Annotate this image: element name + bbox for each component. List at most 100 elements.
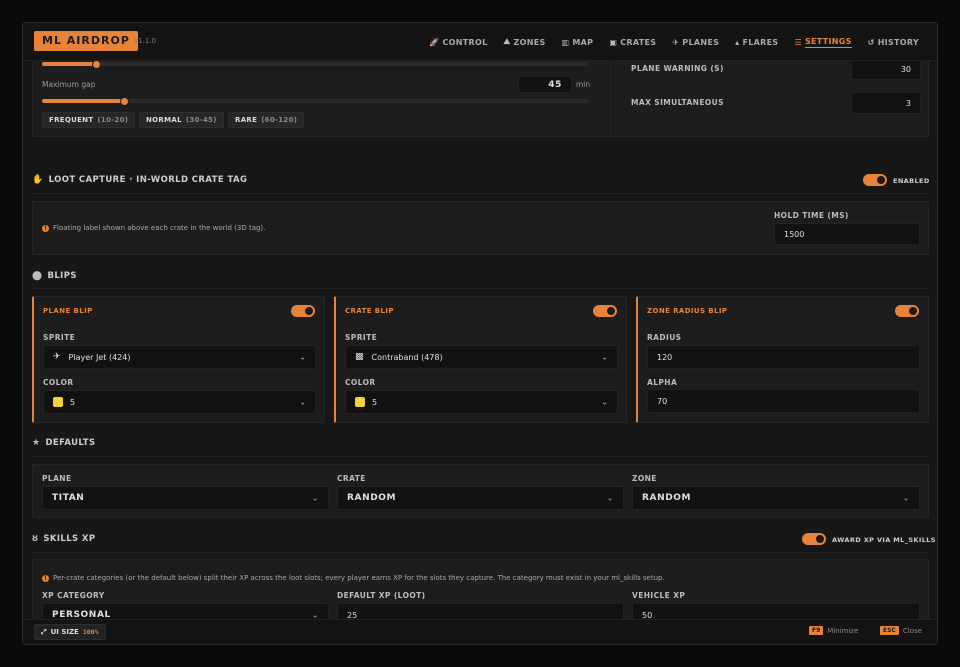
hand-icon: ✋ xyxy=(32,175,44,185)
app-logo: ML AIRDROP xyxy=(34,31,138,51)
default-zone-label: ZONE xyxy=(632,474,657,483)
zone-radius-blip-title: ZONE RADIUS BLIP xyxy=(647,307,728,315)
mountain-icon: ⛰ xyxy=(503,37,511,46)
app-version: v1.1.0 xyxy=(134,37,156,45)
ui-size-button[interactable]: ⤢ UI SIZE 100% xyxy=(34,624,106,640)
minimize-hint[interactable]: F9 Minimize xyxy=(809,626,858,635)
loot-capture-title: ✋ LOOT CAPTURE · IN-WORLD CRATE TAG xyxy=(32,175,248,185)
color-swatch xyxy=(355,397,365,407)
schedule-panel: Maximum gap 45 min FREQUENT (10-20) NORMA… xyxy=(32,61,929,138)
zone-alpha-label: ALPHA xyxy=(647,378,678,387)
zone-radius-blip-toggle[interactable] xyxy=(895,305,919,317)
plane-blip-title: PLANE BLIP xyxy=(43,307,93,315)
zone-radius-blip-card: ZONE RADIUS BLIP RADIUS 120 ALPHA 70 xyxy=(636,296,929,423)
main-nav: 🚀 CONTROL ⛰ ZONES ▥ MAP ▣ CRATES ✈ PLANES ▴ FL… xyxy=(429,23,919,61)
zone-radius-label: RADIUS xyxy=(647,333,682,342)
xp-category-label: XP CATEGORY xyxy=(42,591,105,600)
default-crate-select[interactable]: RANDOM ⌄ xyxy=(337,486,624,510)
default-xp-label: DEFAULT XP (LOOT) xyxy=(337,591,426,600)
tab-history[interactable]: ↺ HISTORY xyxy=(868,23,919,61)
crate-blip-color-select[interactable]: 5 ⌄ xyxy=(345,390,618,414)
chevron-down-icon: ⌄ xyxy=(601,397,608,407)
crate-blip-title: CRATE BLIP xyxy=(345,307,394,315)
min-gap-slider-fill xyxy=(42,62,97,66)
chevron-down-icon: ⌄ xyxy=(606,493,614,503)
max-simultaneous-input[interactable]: 3 xyxy=(851,92,921,114)
loot-capture-panel: ! Floating label shown above each crate i… xyxy=(32,201,929,255)
tab-planes[interactable]: ✈ PLANES xyxy=(672,23,719,61)
chevron-down-icon: ⌄ xyxy=(601,352,608,362)
tab-map[interactable]: ▥ MAP xyxy=(562,23,594,61)
max-gap-slider-thumb[interactable] xyxy=(119,96,129,106)
resize-icon: ⤢ xyxy=(41,627,47,636)
airdrop-window: ML AIRDROP v1.1.0 🚀 CONTROL ⛰ ZONES ▥ MAP ▣… xyxy=(22,22,938,645)
zone-radius-input[interactable]: 120 xyxy=(647,345,920,369)
skills-xp-title: ȣ SKILLS XP xyxy=(32,534,96,544)
chevron-down-icon: ⌄ xyxy=(311,493,319,503)
default-crate-label: CRATE xyxy=(337,474,366,483)
flame-icon: ▴ xyxy=(735,37,740,47)
min-gap-slider-thumb[interactable] xyxy=(92,61,102,69)
preset-rare-button[interactable]: RARE (60-120) xyxy=(228,112,305,128)
skills-xp-panel: ! Per-crate categories (or the default be… xyxy=(32,559,929,621)
sliders-icon: ☰ xyxy=(794,37,802,47)
color-swatch xyxy=(53,397,63,407)
header: ML AIRDROP v1.1.0 🚀 CONTROL ⛰ ZONES ▥ MAP ▣… xyxy=(23,23,937,61)
rocket-icon: 🚀 xyxy=(429,37,440,47)
preset-frequent-button[interactable]: FREQUENT (10-20) xyxy=(42,112,136,128)
chevron-down-icon: ⌄ xyxy=(299,352,306,362)
star-icon: ★ xyxy=(32,438,41,448)
award-xp-toggle-label: AWARD XP VIA ML_SKILLS xyxy=(832,536,936,544)
plane-blip-sprite-select[interactable]: ✈ Player Jet (424) ⌄ xyxy=(43,345,316,369)
default-plane-label: PLANE xyxy=(42,474,72,483)
skills-divider xyxy=(32,552,929,553)
zone-alpha-input[interactable]: 70 xyxy=(647,389,920,413)
plane-blip-color-select[interactable]: 5 ⌄ xyxy=(43,390,316,414)
plane-warning-label: PLANE WARNING (S) xyxy=(631,64,724,73)
loot-divider xyxy=(32,193,929,194)
info-icon: ! xyxy=(42,574,49,582)
close-hint[interactable]: ESC Close xyxy=(880,626,922,635)
preset-normal-button[interactable]: NORMAL (30-45) xyxy=(139,112,224,128)
crate-blip-color-label: COLOR xyxy=(345,378,376,387)
plane-blip-color-label: COLOR xyxy=(43,378,74,387)
minimize-key: F9 xyxy=(809,626,824,635)
loot-capture-toggle-label: ENABLED xyxy=(893,177,930,185)
default-plane-select[interactable]: TITAN ⌄ xyxy=(42,486,329,510)
map-pin-icon: ⬤ xyxy=(32,271,43,281)
tab-zones[interactable]: ⛰ ZONES xyxy=(503,23,545,61)
crate-blip-toggle[interactable] xyxy=(593,305,617,317)
max-gap-slider-fill xyxy=(42,99,125,103)
history-icon: ↺ xyxy=(867,37,875,47)
jet-icon: ✈ xyxy=(53,352,61,362)
loot-capture-toggle[interactable] xyxy=(863,174,887,186)
loot-capture-info: ! Floating label shown above each crate i… xyxy=(42,224,265,232)
max-gap-slider[interactable] xyxy=(42,96,589,106)
tab-crates[interactable]: ▣ CRATES xyxy=(609,23,656,61)
min-gap-slider[interactable] xyxy=(42,61,589,69)
tab-control[interactable]: 🚀 CONTROL xyxy=(429,23,487,61)
crate-blip-sprite-label: SPRITE xyxy=(345,333,378,342)
defaults-divider xyxy=(32,456,929,457)
chevron-down-icon: ⌄ xyxy=(902,493,910,503)
settings-content: Maximum gap 45 min FREQUENT (10-20) NORMA… xyxy=(23,61,937,621)
tab-settings[interactable]: ☰ SETTINGS xyxy=(794,23,852,61)
plane-blip-sprite-label: SPRITE xyxy=(43,333,76,342)
blips-divider xyxy=(32,288,929,289)
contraband-icon: ▩ xyxy=(355,352,364,362)
plane-icon: ✈ xyxy=(672,37,680,47)
max-simultaneous-label: MAX SIMULTANEOUS xyxy=(631,98,724,107)
hold-time-input[interactable]: 1500 xyxy=(774,223,920,245)
default-zone-select[interactable]: RANDOM ⌄ xyxy=(632,486,920,510)
award-xp-toggle[interactable] xyxy=(802,533,826,545)
tab-flares[interactable]: ▴ FLARES xyxy=(735,23,778,61)
hold-time-label: HOLD TIME (MS) xyxy=(774,211,849,220)
plane-blip-card: PLANE BLIP SPRITE ✈ Player Jet (424) ⌄ COL… xyxy=(32,296,325,423)
plane-warning-input[interactable]: 30 xyxy=(851,61,921,80)
plane-blip-toggle[interactable] xyxy=(291,305,315,317)
max-gap-input[interactable]: 45 xyxy=(518,76,572,93)
box-icon: ▣ xyxy=(609,37,618,47)
vehicle-xp-label: VEHICLE XP xyxy=(632,591,686,600)
crate-blip-sprite-select[interactable]: ▩ Contraband (478) ⌄ xyxy=(345,345,618,369)
chevron-down-icon: ⌄ xyxy=(299,397,306,407)
